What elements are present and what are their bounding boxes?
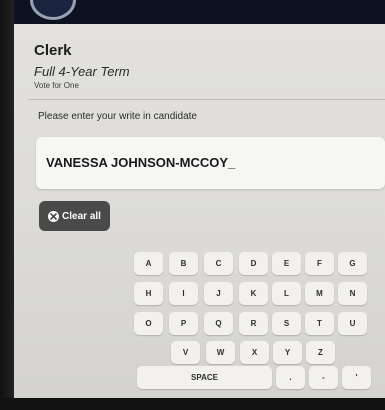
key-c[interactable]: C bbox=[204, 252, 233, 275]
key-period[interactable]: . bbox=[276, 366, 305, 389]
key-k[interactable]: K bbox=[239, 282, 268, 305]
vote-for-instruction: Vote for One bbox=[34, 81, 79, 90]
key-o[interactable]: O bbox=[134, 312, 163, 335]
divider bbox=[28, 99, 385, 100]
key-h[interactable]: H bbox=[134, 282, 163, 305]
key-r[interactable]: R bbox=[239, 312, 268, 335]
bottom-bezel bbox=[0, 398, 385, 410]
clear-all-label: Clear all bbox=[62, 210, 101, 222]
key-t[interactable]: T bbox=[305, 312, 334, 335]
key-b[interactable]: B bbox=[169, 252, 198, 275]
contest-office-title: Clerk bbox=[34, 42, 72, 59]
writein-input[interactable]: VANESSA JOHNSON-MCCOY_ bbox=[36, 137, 385, 189]
key-d[interactable]: D bbox=[239, 252, 268, 275]
key-i[interactable]: I bbox=[169, 282, 198, 305]
key-v[interactable]: V bbox=[171, 341, 200, 364]
key-s[interactable]: S bbox=[272, 312, 301, 335]
key-p[interactable]: P bbox=[169, 312, 198, 335]
key-q[interactable]: Q bbox=[204, 312, 233, 335]
key-u[interactable]: U bbox=[338, 312, 367, 335]
key-f[interactable]: F bbox=[305, 252, 334, 275]
seal-icon bbox=[30, 0, 76, 20]
key-hyphen[interactable]: - bbox=[309, 366, 338, 389]
contest-term: Full 4-Year Term bbox=[34, 64, 130, 79]
key-e[interactable]: E bbox=[272, 252, 301, 275]
key-space[interactable]: SPACE bbox=[137, 366, 272, 389]
ballot-screen: Clerk Full 4-Year Term Vote for One Plea… bbox=[0, 0, 385, 410]
key-x[interactable]: X bbox=[240, 341, 269, 364]
key-a[interactable]: A bbox=[134, 252, 163, 275]
key-z[interactable]: Z bbox=[306, 341, 335, 364]
key-l[interactable]: L bbox=[272, 282, 301, 305]
close-circle-icon bbox=[48, 210, 60, 222]
writein-prompt: Please enter your write in candidate bbox=[38, 111, 197, 122]
key-w[interactable]: W bbox=[206, 341, 235, 364]
clear-all-button[interactable]: Clear all bbox=[39, 201, 110, 231]
key-g[interactable]: G bbox=[338, 252, 367, 275]
key-y[interactable]: Y bbox=[273, 341, 302, 364]
top-bezel bbox=[0, 0, 385, 24]
key-n[interactable]: N bbox=[338, 282, 367, 305]
key-m[interactable]: M bbox=[305, 282, 334, 305]
key-apostrophe[interactable]: ' bbox=[342, 366, 371, 389]
key-j[interactable]: J bbox=[204, 282, 233, 305]
left-bezel bbox=[0, 0, 14, 410]
writein-value: VANESSA JOHNSON-MCCOY_ bbox=[46, 155, 236, 170]
